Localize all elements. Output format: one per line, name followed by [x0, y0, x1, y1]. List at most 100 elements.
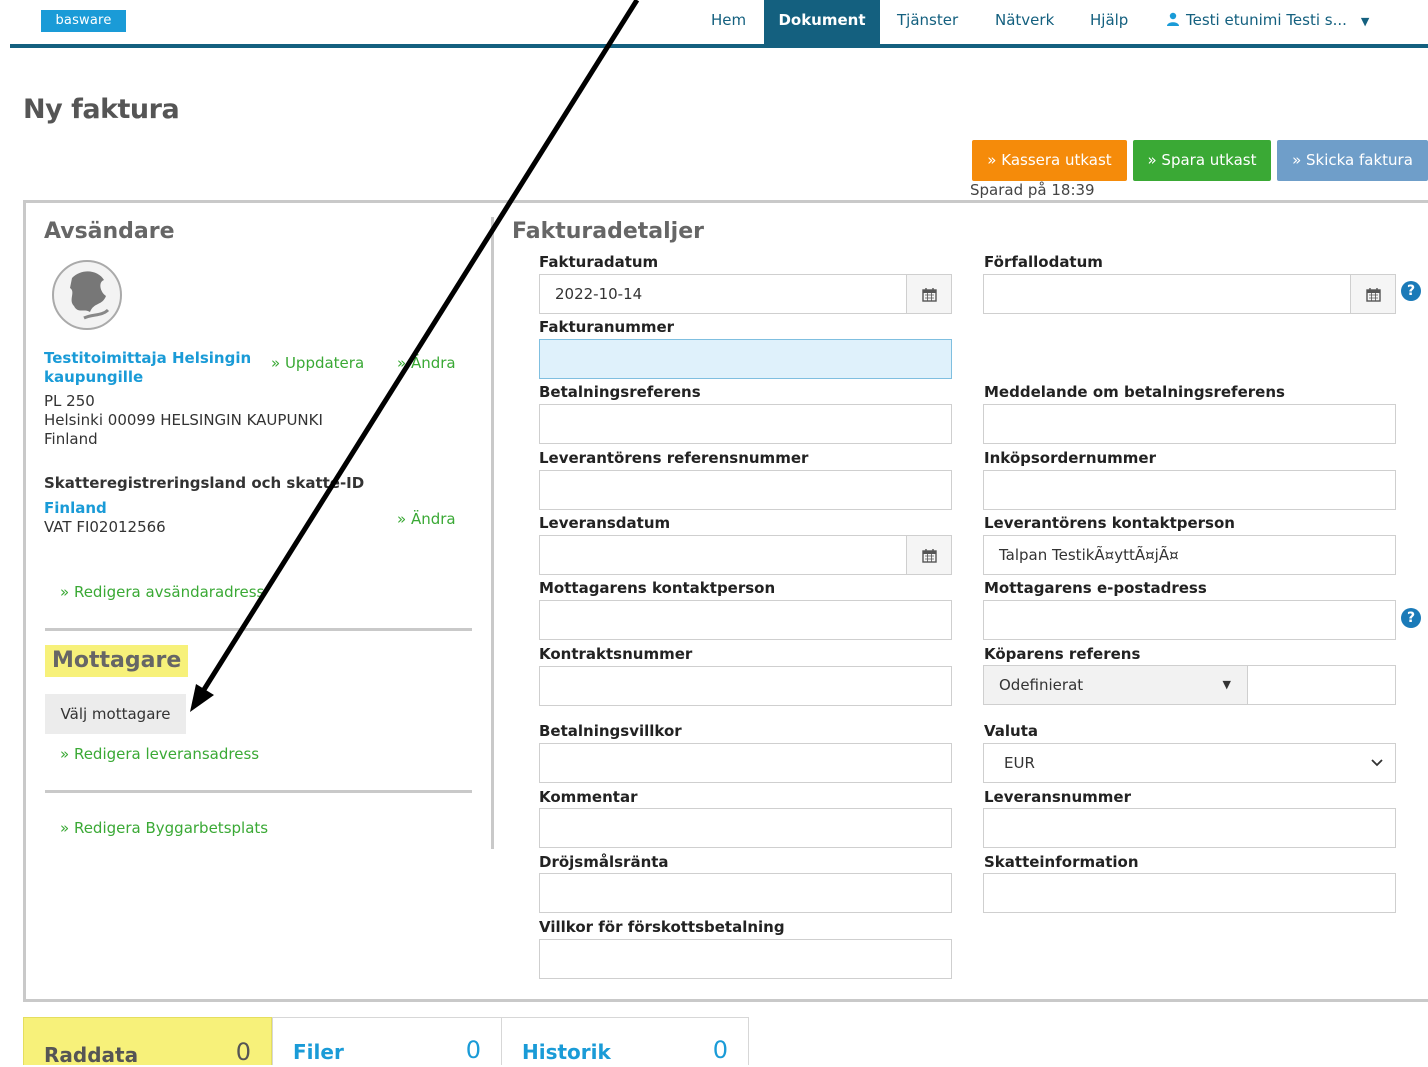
sender-title: Avsändare [44, 219, 175, 244]
page-title: Ny faktura [23, 94, 180, 125]
delivery-date-calendar-button[interactable] [906, 535, 952, 575]
late-interest-input[interactable] [539, 873, 952, 913]
column-divider [491, 217, 494, 849]
nav-underline [10, 44, 1428, 48]
edit-sender-address-link[interactable]: » Redigera avsändaradress [60, 583, 264, 601]
tab-line-data[interactable]: Raddata 0 [23, 1017, 272, 1067]
tab-label: Historik [522, 1040, 611, 1064]
update-sender-link[interactable]: » Uppdatera [271, 354, 364, 372]
currency-select[interactable]: EUR [983, 743, 1396, 783]
tab-count: 0 [235, 1038, 251, 1066]
supplier-contact-input[interactable]: Talpan TestikÃ¤yttÃ¤jÃ¤ [983, 535, 1396, 575]
payment-reference-message-label: Meddelande om betalningsreferens [984, 383, 1285, 401]
tax-information-label: Skatteinformation [984, 853, 1139, 871]
payment-reference-message-input[interactable] [983, 404, 1396, 444]
chevron-down-icon [1371, 744, 1383, 798]
sender-address-line2: Helsinki 00099 HELSINGIN KAUPUNKI [44, 411, 323, 429]
tab-files[interactable]: Filer 0 [272, 1017, 502, 1065]
recipient-email-help-icon[interactable]: ? [1401, 608, 1421, 628]
currency-label: Valuta [984, 722, 1039, 740]
invoice-date-calendar-button[interactable] [906, 274, 952, 314]
recipient-email-label: Mottagarens e-postadress [984, 579, 1207, 597]
buyer-reference-selected: Odefinierat [999, 676, 1084, 694]
supplier-contact-label: Leverantörens kontaktperson [984, 514, 1235, 532]
supplier-reference-label: Leverantörens referensnummer [539, 449, 809, 467]
purchase-order-input[interactable] [983, 470, 1396, 510]
currency-selected: EUR [1004, 754, 1035, 772]
due-date-input[interactable] [983, 274, 1351, 314]
save-draft-button[interactable]: » Spara utkast [1133, 140, 1271, 181]
user-name: Testi etunimi Testi s... [1186, 11, 1347, 29]
invoice-number-input[interactable] [539, 339, 952, 379]
calendar-icon [921, 548, 937, 563]
recipient-contact-input[interactable] [539, 600, 952, 640]
tab-label: Raddata [44, 1043, 139, 1067]
nav-home[interactable]: Hem [711, 0, 746, 44]
prepayment-terms-label: Villkor för förskottsbetalning [539, 918, 785, 936]
comment-label: Kommentar [539, 788, 638, 806]
calendar-icon [1365, 287, 1381, 302]
change-tax-link[interactable]: » Ändra [397, 510, 456, 528]
purchase-order-label: Inköpsordernummer [984, 449, 1157, 467]
contract-number-input[interactable] [539, 666, 952, 706]
tab-count: 0 [465, 1036, 481, 1064]
caret-down-icon: ▼ [1222, 678, 1231, 691]
prepayment-terms-input[interactable] [539, 939, 952, 979]
delivery-date-label: Leveransdatum [539, 514, 671, 532]
nav-services[interactable]: Tjänster [897, 0, 958, 44]
tab-label: Filer [293, 1040, 344, 1064]
tax-country: Finland [44, 499, 107, 517]
user-menu[interactable]: Testi etunimi Testi s... ▼ [1166, 0, 1369, 44]
delivery-date-input[interactable] [539, 535, 907, 575]
calendar-icon [921, 287, 937, 302]
payment-terms-input[interactable] [539, 743, 952, 783]
late-interest-label: Dröjsmålsränta [539, 853, 669, 871]
sender-address-line3: Finland [44, 430, 98, 448]
supplier-reference-input[interactable] [539, 470, 952, 510]
discard-draft-button[interactable]: » Kassera utkast [972, 140, 1127, 181]
recipient-contact-label: Mottagarens kontaktperson [539, 579, 776, 597]
invoice-details-title: Fakturadetaljer [512, 219, 704, 244]
saved-status: Sparad på 18:39 [970, 181, 1095, 199]
due-date-label: Förfallodatum [984, 253, 1103, 271]
tab-history[interactable]: Historik 0 [501, 1017, 749, 1065]
sender-address-line1: PL 250 [44, 392, 95, 410]
payment-terms-label: Betalningsvillkor [539, 722, 682, 740]
company-avatar [52, 260, 122, 330]
change-sender-link[interactable]: » Ändra [397, 354, 456, 372]
payment-reference-label: Betalningsreferens [539, 383, 701, 401]
edit-delivery-address-link[interactable]: » Redigera leveransadress [60, 745, 259, 763]
nav-documents[interactable]: Dokument [764, 0, 880, 44]
tab-count: 0 [712, 1036, 728, 1064]
buyer-reference-label: Köparens referens [984, 645, 1141, 663]
vat-number: VAT FI02012566 [44, 518, 166, 536]
tax-information-input[interactable] [983, 873, 1396, 913]
buyer-reference-input[interactable] [1247, 665, 1396, 705]
choose-recipient-button[interactable]: Välj mottagare [45, 694, 186, 734]
nav-network[interactable]: Nätverk [995, 0, 1054, 44]
edit-construction-site-link[interactable]: » Redigera Byggarbetsplats [60, 819, 268, 837]
send-invoice-button[interactable]: » Skicka faktura [1277, 140, 1428, 181]
contract-number-label: Kontraktsnummer [539, 645, 693, 663]
buyer-reference-select[interactable]: Odefinierat ▼ [983, 665, 1248, 705]
invoice-date-label: Fakturadatum [539, 253, 659, 271]
tax-registration-heading: Skatteregistreringsland och skatte-ID [44, 474, 365, 492]
payment-reference-input[interactable] [539, 404, 952, 444]
due-date-calendar-button[interactable] [1350, 274, 1396, 314]
nav-help[interactable]: Hjälp [1090, 0, 1128, 44]
delivery-number-input[interactable] [983, 808, 1396, 848]
recipient-email-input[interactable] [983, 600, 1396, 640]
comment-input[interactable] [539, 808, 952, 848]
due-date-help-icon[interactable]: ? [1401, 281, 1421, 301]
recipient-title: Mottagare [45, 645, 189, 677]
invoice-number-label: Fakturanummer [539, 318, 675, 336]
caret-down-icon: ▼ [1360, 15, 1370, 28]
sender-company-name[interactable]: Testitoimittaja Helsingin kaupungille [44, 349, 254, 387]
delivery-number-label: Leveransnummer [984, 788, 1131, 806]
top-navigation: basware Hem Dokument Tjänster Nätverk Hj… [0, 0, 1428, 48]
user-icon [1167, 12, 1179, 26]
basware-logo[interactable]: basware [41, 10, 126, 32]
divider [45, 790, 472, 793]
invoice-date-input[interactable]: 2022-10-14 [539, 274, 907, 314]
divider [45, 628, 472, 631]
